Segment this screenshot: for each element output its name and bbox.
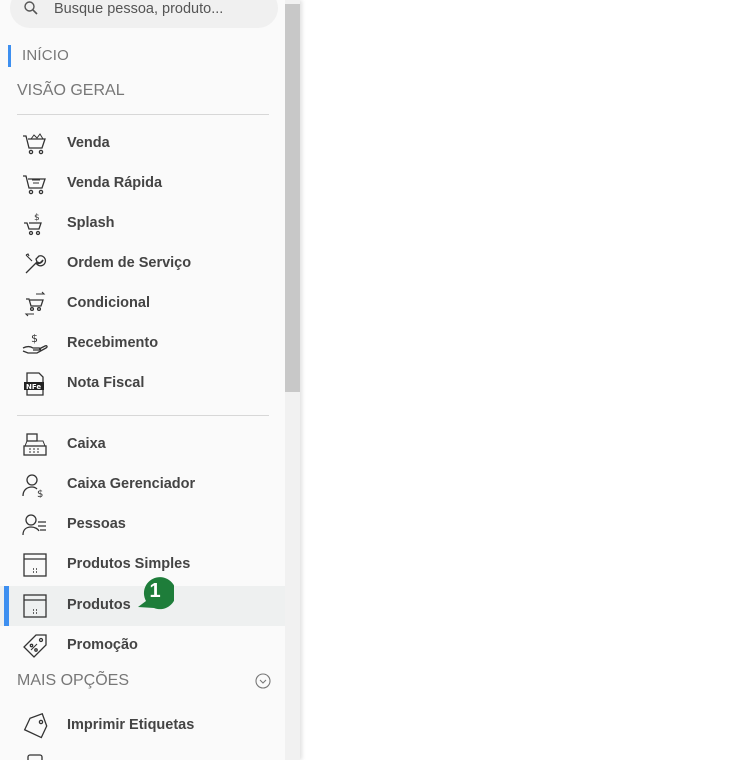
- inicio-accent: [8, 45, 11, 67]
- menu-item-venda-rapida[interactable]: Venda Rápida: [0, 164, 285, 204]
- menu-item-label: Caixa: [67, 436, 106, 452]
- menu-item-label: Imprimir Etiquetas: [67, 717, 195, 733]
- cash-register-icon: [23, 433, 47, 456]
- divider: [17, 114, 269, 115]
- tag-icon: [23, 713, 48, 739]
- menu-item-label: Nota Fiscal: [67, 375, 145, 391]
- menu-item-pessoas[interactable]: Pessoas: [0, 505, 285, 545]
- search-input[interactable]: [54, 0, 264, 20]
- section-mais-opcoes[interactable]: MAIS OPÇÕES: [17, 672, 129, 690]
- menu-item-label: Ordem de Serviço: [67, 255, 192, 271]
- search-box[interactable]: [10, 0, 278, 28]
- menu-item-partial[interactable]: [0, 746, 285, 760]
- menu-item-nota-fiscal[interactable]: NFe Nota Fiscal: [0, 364, 285, 404]
- sidebar: INÍCIO VISÃO GERAL Venda Venda Rápida $ …: [0, 0, 300, 760]
- user-dollar-icon: $: [22, 474, 43, 498]
- menu-item-label: Recebimento: [67, 335, 159, 351]
- chevron-down-icon[interactable]: [255, 673, 271, 689]
- menu-item-label: Venda: [67, 135, 110, 151]
- menu-item-label: Pessoas: [67, 516, 126, 532]
- menu-item-label: Condicional: [67, 295, 150, 311]
- menu-item-ordem-servico[interactable]: Ordem de Serviço: [0, 244, 285, 284]
- svg-text:$: $: [34, 213, 40, 223]
- menu-item-label: Venda Rápida: [67, 175, 163, 191]
- cart-icon: [23, 133, 46, 155]
- box-icon: [23, 594, 47, 618]
- partial-icon: [27, 754, 43, 760]
- menu-item-caixa-gerenciador[interactable]: $ Caixa Gerenciador: [0, 465, 285, 505]
- box-icon: [23, 553, 47, 577]
- svg-text:NFe: NFe: [26, 383, 41, 391]
- menu-item-venda[interactable]: Venda: [0, 124, 285, 164]
- menu-item-condicional[interactable]: Condicional: [0, 284, 285, 324]
- menu-item-splash[interactable]: $ Splash: [0, 204, 285, 244]
- menu-item-label: Promoção: [67, 637, 138, 653]
- cart-fast-icon: [23, 175, 46, 195]
- cart-dollar-icon: $: [24, 213, 42, 236]
- active-indicator: [4, 586, 9, 626]
- scrollbar-thumb[interactable]: [285, 4, 300, 392]
- nav-inicio[interactable]: INÍCIO: [22, 47, 69, 64]
- menu-item-label: Produtos Simples: [67, 556, 191, 572]
- divider: [17, 415, 269, 416]
- menu-item-label: Produtos: [67, 597, 131, 613]
- menu-item-imprimir-etiquetas[interactable]: Imprimir Etiquetas: [0, 706, 285, 746]
- menu-item-label: Splash: [67, 215, 115, 231]
- menu-item-recebimento[interactable]: $ Recebimento: [0, 324, 285, 364]
- cart-exchange-icon: [24, 291, 46, 317]
- menu-item-promocao[interactable]: Promoção: [0, 626, 285, 666]
- nfe-icon: NFe: [24, 372, 44, 396]
- menu-item-label: Caixa Gerenciador: [67, 476, 196, 492]
- step-badge-number: 1: [149, 580, 161, 602]
- tag-percent-icon: [23, 634, 47, 658]
- search-icon: [24, 1, 38, 15]
- user-list-icon: [22, 514, 46, 536]
- section-visao-geral: VISÃO GERAL: [17, 82, 125, 99]
- menu-item-caixa[interactable]: Caixa: [0, 425, 285, 465]
- svg-text:$: $: [31, 332, 38, 345]
- wrench-icon: [25, 253, 47, 274]
- svg-text:$: $: [37, 489, 43, 498]
- hand-dollar-icon: $: [22, 332, 48, 354]
